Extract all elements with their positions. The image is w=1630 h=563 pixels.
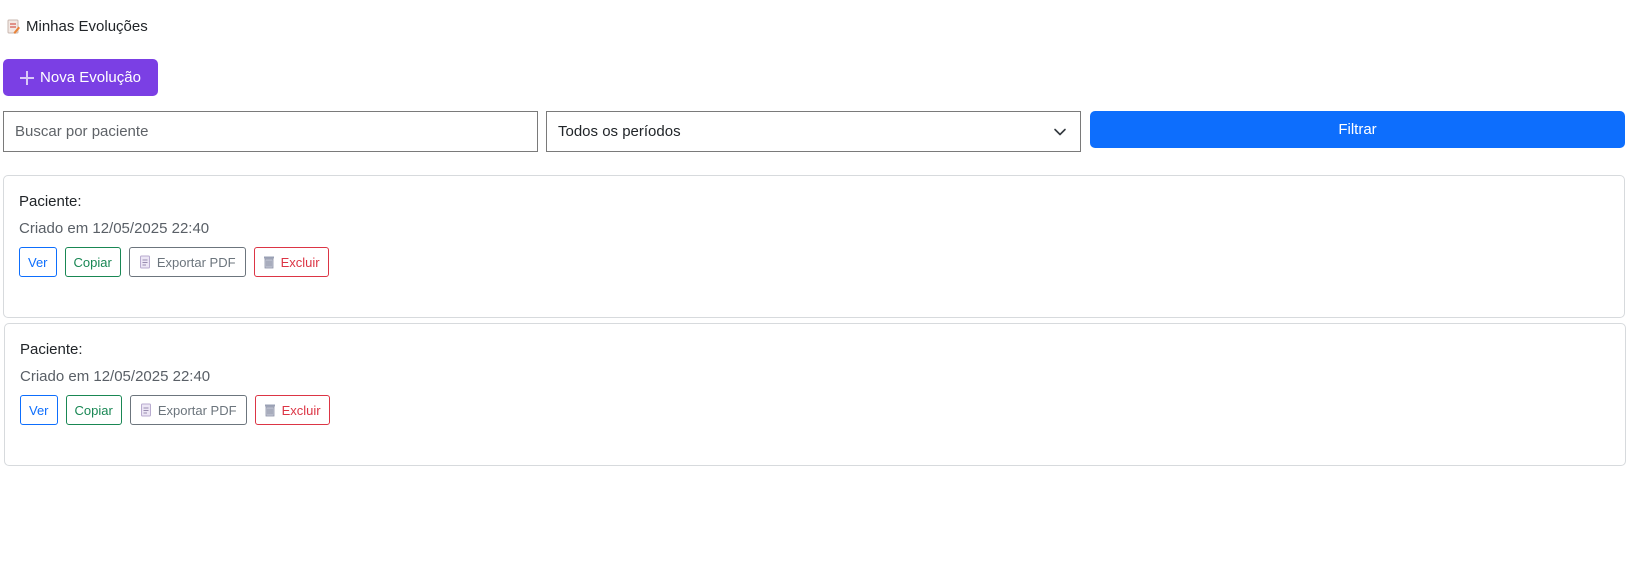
document-icon xyxy=(7,19,20,34)
new-evolution-label: Nova Evolução xyxy=(40,69,141,86)
evolutions-page: Minhas Evoluções Nova Evolução Todos os … xyxy=(0,0,1630,563)
patient-search-input[interactable] xyxy=(3,111,538,152)
created-date: Criado em 12/05/2025 22:40 xyxy=(20,368,211,385)
plus-icon xyxy=(20,70,35,85)
card-actions: Ver Copiar Exportar PDF Excluir xyxy=(20,395,1610,425)
export-pdf-button[interactable]: Exportar PDF xyxy=(128,247,246,277)
trash-icon xyxy=(263,256,274,269)
card-actions: Ver Copiar Exportar PDF Excluir xyxy=(19,247,1609,277)
period-selected-value: Todos os períodos xyxy=(558,123,681,140)
page-icon xyxy=(139,255,150,269)
delete-button[interactable]: Excluir xyxy=(254,395,330,425)
copy-button[interactable]: Copiar xyxy=(65,395,122,425)
export-pdf-label: Exportar PDF xyxy=(156,254,236,270)
evolution-card: Paciente: Criado em 12/05/2025 22:40 Ver… xyxy=(4,323,1626,466)
patient-label: Paciente: xyxy=(19,193,82,210)
view-button[interactable]: Ver xyxy=(20,395,58,425)
trash-icon xyxy=(264,404,275,417)
delete-button[interactable]: Excluir xyxy=(253,247,329,277)
page-title: Minhas Evoluções xyxy=(26,18,148,35)
view-button[interactable]: Ver xyxy=(19,247,57,277)
page-icon xyxy=(140,403,151,417)
period-select[interactable]: Todos os períodos xyxy=(546,111,1081,152)
export-pdf-button[interactable]: Exportar PDF xyxy=(129,395,247,425)
copy-button[interactable]: Copiar xyxy=(64,247,121,277)
delete-label: Excluir xyxy=(280,254,320,270)
filter-button[interactable]: Filtrar xyxy=(1090,111,1625,148)
page-header: Minhas Evoluções xyxy=(7,18,148,35)
created-date: Criado em 12/05/2025 22:40 xyxy=(19,220,210,237)
chevron-down-icon xyxy=(1054,128,1066,135)
delete-label: Excluir xyxy=(281,402,321,418)
patient-label: Paciente: xyxy=(20,341,83,358)
export-pdf-label: Exportar PDF xyxy=(157,402,237,418)
new-evolution-button[interactable]: Nova Evolução xyxy=(3,59,158,96)
evolution-card: Paciente: Criado em 12/05/2025 22:40 Ver… xyxy=(3,175,1625,318)
